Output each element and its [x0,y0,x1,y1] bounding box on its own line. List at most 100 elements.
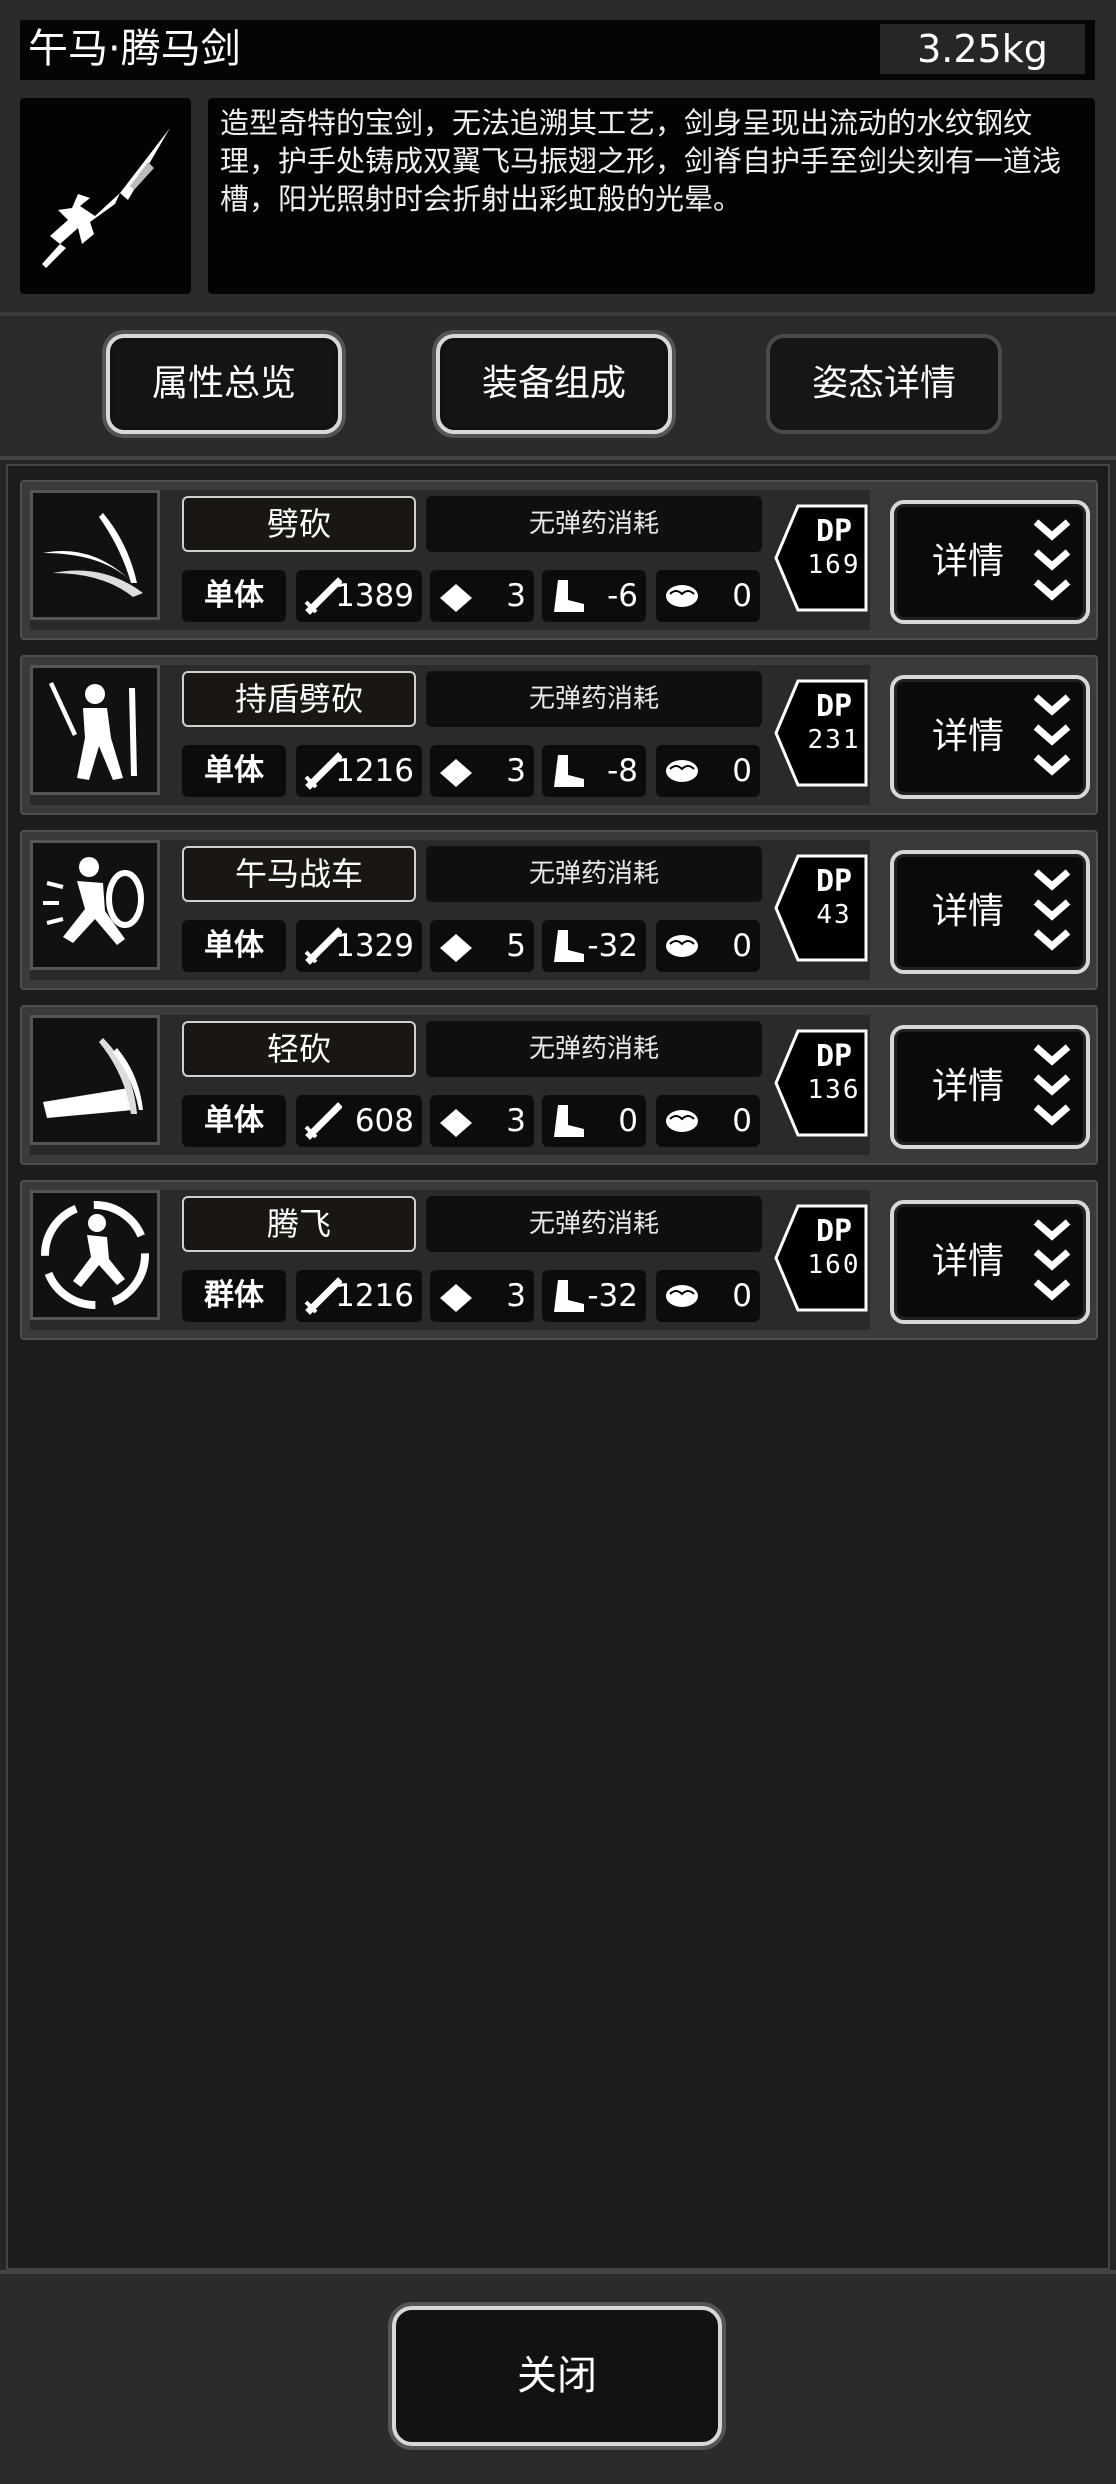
speed-stat: -6 [542,570,646,622]
attack-stat: 1389 [296,570,422,622]
speed-stat: -32 [542,1270,646,1322]
sword-stat-icon [304,1102,342,1140]
mind-value: 0 [732,578,752,614]
attack-value: 608 [354,1103,414,1139]
tab-stance-details[interactable]: 姿态详情 [766,334,1002,434]
brain-icon [666,935,698,957]
skill-row: 劈砍 无弹药消耗 单体 1389 3 -6 0 DP 169 详情 [20,480,1098,640]
skill-name: 劈砍 [182,496,416,552]
attack-value: 1329 [335,928,414,964]
attack-value: 1216 [335,1278,414,1314]
skill-info: 轻砍 无弹药消耗 单体 608 3 0 0 DP 136 [30,1015,870,1155]
mind-value: 0 [732,753,752,789]
dp-label: DP [815,689,853,724]
dp-label: DP [815,1214,853,1249]
mind-value: 0 [732,1278,752,1314]
slash-icon [30,490,160,620]
detail-button[interactable]: 详情 [890,675,1090,799]
detail-button[interactable]: 详情 [890,1200,1090,1324]
detail-button[interactable]: 详情 [890,1025,1090,1149]
target-type: 单体 [182,745,286,797]
accuracy-stat: 3 [430,570,534,622]
detail-label: 详情 [932,1241,1005,1282]
brain-icon [666,1110,698,1132]
skill-name: 持盾劈砍 [182,671,416,727]
detail-label: 详情 [932,1066,1005,1107]
dp-value: 43 [816,900,852,930]
accuracy-stat: 3 [430,1270,534,1322]
dp-badge: DP 160 [772,1202,870,1314]
accuracy-value: 5 [506,928,526,964]
chevron-down-icon [1033,694,1071,776]
target-type: 群体 [182,1270,286,1322]
tab-equipment-composition[interactable]: 装备组成 [436,334,672,434]
detail-label: 详情 [932,891,1005,932]
ammo-cost: 无弹药消耗 [426,671,762,727]
skill-name: 腾飞 [182,1196,416,1252]
chevron-down-icon [1033,1219,1071,1301]
accuracy-icon [440,1109,472,1137]
brain-icon [666,760,698,782]
target-type: 单体 [182,1095,286,1147]
attack-stat: 1329 [296,920,422,972]
dp-value: 136 [807,1075,861,1105]
boot-icon [554,1105,584,1137]
attack-value: 1216 [335,753,414,789]
title-bar: 午马·腾马剑 3.25kg [20,20,1095,80]
ammo-cost: 无弹药消耗 [426,496,762,552]
speed-value: -32 [587,928,638,964]
dp-label: DP [815,864,853,899]
dp-badge: DP 231 [772,677,870,789]
attack-stat: 1216 [296,1270,422,1322]
dp-value: 231 [807,725,861,755]
detail-label: 详情 [932,541,1005,582]
detail-button[interactable]: 详情 [890,850,1090,974]
close-button[interactable]: 关闭 [392,2306,722,2446]
mind-stat: 0 [656,745,760,797]
mind-value: 0 [732,928,752,964]
mind-stat: 0 [656,1270,760,1322]
skill-info: 持盾劈砍 无弹药消耗 单体 1216 3 -8 0 DP 231 [30,665,870,805]
speed-stat: -8 [542,745,646,797]
detail-button[interactable]: 详情 [890,500,1090,624]
dp-label: DP [815,514,853,549]
sword-icon [42,128,170,268]
accuracy-icon [440,1284,472,1312]
mind-stat: 0 [656,1095,760,1147]
chevron-down-icon [1033,869,1071,951]
speed-stat: -32 [542,920,646,972]
dp-value: 169 [807,550,861,580]
brain-icon [666,585,698,607]
accuracy-icon [440,759,472,787]
brain-icon [666,1285,698,1307]
shield-slash-icon [30,665,160,795]
mind-value: 0 [732,1103,752,1139]
tab-bar: 属性总览 装备组成 姿态详情 [0,316,1116,460]
accuracy-value: 3 [506,1278,526,1314]
skill-info: 午马战车 无弹药消耗 单体 1329 5 -32 0 DP 43 [30,840,870,980]
accuracy-stat: 3 [430,1095,534,1147]
weapon-description-box: 造型奇特的宝剑，无法追溯其工艺，剑身呈现出流动的水纹钢纹理，护手处铸成双翼飞马振… [208,98,1095,294]
accuracy-stat: 3 [430,745,534,797]
accuracy-stat: 5 [430,920,534,972]
skill-info: 劈砍 无弹药消耗 单体 1389 3 -6 0 DP 169 [30,490,870,630]
footer-bar: 关闭 [0,2270,1116,2484]
accuracy-icon [440,584,472,612]
weapon-image [20,98,191,294]
speed-value: -6 [607,578,638,614]
weapon-name: 午马·腾马剑 [28,26,241,72]
attack-stat: 608 [296,1095,422,1147]
skill-row: 轻砍 无弹药消耗 单体 608 3 0 0 DP 136 详情 [20,1005,1098,1165]
tab-attribute-overview[interactable]: 属性总览 [106,334,342,434]
skill-name: 轻砍 [182,1021,416,1077]
speed-value: 0 [618,1103,638,1139]
dp-badge: DP 169 [772,502,870,614]
skill-list[interactable]: 劈砍 无弹药消耗 单体 1389 3 -6 0 DP 169 详情 持盾劈砍 无弹… [6,464,1110,2270]
chevron-down-icon [1033,1044,1071,1126]
weight-value: 3.25kg [880,24,1085,74]
target-type: 单体 [182,570,286,622]
ammo-cost: 无弹药消耗 [426,1021,762,1077]
light-slash-icon [30,1015,160,1145]
ammo-cost: 无弹药消耗 [426,1196,762,1252]
target-type: 单体 [182,920,286,972]
